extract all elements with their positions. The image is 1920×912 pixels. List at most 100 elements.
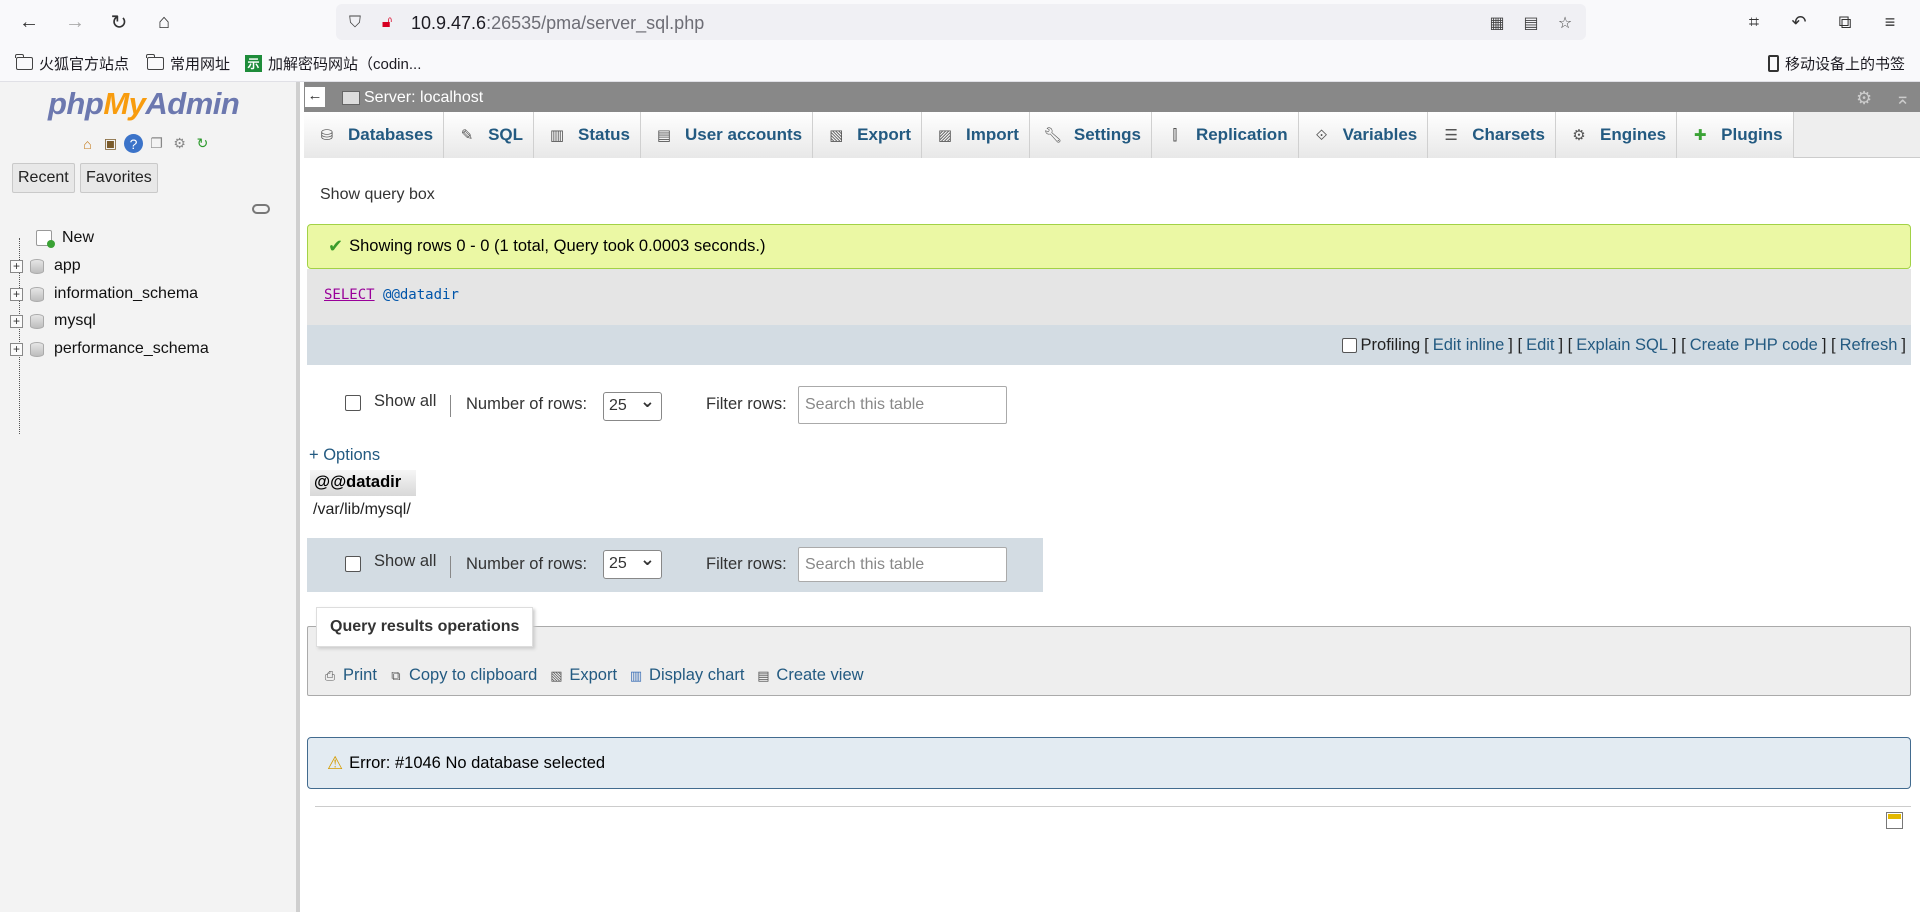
column-header-datadir[interactable]: @@datadir	[310, 470, 416, 496]
reader-view-icon[interactable]: ▤	[1520, 12, 1542, 34]
tree-item-new[interactable]: New	[10, 226, 94, 250]
export-icon: ▧	[550, 667, 563, 683]
tab-sql[interactable]: ✎ SQL	[444, 112, 535, 158]
docs-icon[interactable]: ❐	[147, 134, 166, 153]
expand-icon[interactable]: +	[10, 314, 23, 328]
bookmark-firefox-official[interactable]: 火狐官方站点	[15, 53, 129, 74]
home-icon[interactable]: ⌂	[149, 7, 179, 37]
expand-icon[interactable]: +	[10, 287, 23, 301]
bookmark-crypto-sites[interactable]: 示加解密码网站（codin...	[245, 53, 421, 74]
query-results-operations-title: Query results operations	[316, 607, 534, 647]
insecure-lock-icon[interactable]: 🔓︎	[376, 12, 398, 34]
expand-icon[interactable]: +	[10, 342, 23, 356]
create-view-link[interactable]: ▤ Create view	[754, 666, 863, 685]
database-icon	[30, 341, 44, 357]
nav-quick-icons: ⌂ ▣ ? ❐ ⚙ ↻	[78, 134, 212, 153]
page-settings-gear-icon[interactable]: ⚙	[1856, 88, 1872, 109]
recent-button[interactable]: Recent	[12, 163, 75, 193]
tab-import[interactable]: ▨ Import	[922, 112, 1030, 158]
menu-icon[interactable]: ≡	[1876, 8, 1904, 36]
filter-rows-input[interactable]: Search this table	[798, 547, 1007, 582]
server-breadcrumb[interactable]: Server: localhost	[342, 89, 483, 107]
create-php-code-link[interactable]: Create PHP code	[1690, 336, 1818, 355]
reload-icon[interactable]: ↻	[104, 7, 134, 37]
number-of-rows-label: Number of rows:	[466, 555, 588, 573]
tab-charsets[interactable]: ☰ Charsets	[1428, 112, 1557, 158]
address-bar[interactable]: ⛉ 🔓︎ 10.9.47.6:26535/pma/server_sql.php …	[336, 4, 1586, 40]
shield-icon[interactable]: ⛉	[344, 12, 366, 34]
extensions-icon[interactable]: ⧉	[1831, 8, 1859, 36]
sql-variable: @@datadir	[383, 287, 459, 303]
help-icon[interactable]: ?	[124, 134, 143, 153]
variables-icon: ⟐	[1315, 126, 1328, 144]
result-cell: /var/lib/mysql/	[313, 501, 411, 518]
show-all-checkbox[interactable]	[345, 395, 361, 411]
tree-item-app[interactable]: + app	[10, 254, 81, 278]
undo-icon[interactable]: ↶	[1785, 8, 1813, 36]
reload-nav-icon[interactable]: ↻	[193, 134, 212, 153]
rows-per-page-select[interactable]: 25	[603, 549, 662, 579]
tab-status[interactable]: ▥ Status	[534, 112, 641, 158]
bar-chart-icon: ▥	[629, 667, 643, 683]
export-icon: ▧	[829, 127, 844, 144]
database-icon	[30, 313, 44, 329]
export-link[interactable]: ▧ Export	[547, 666, 617, 685]
print-link[interactable]: ⎙ Print	[321, 666, 377, 685]
collapse-nav-button[interactable]: ←	[304, 86, 326, 108]
bookmark-mobile[interactable]: 移动设备上的书签	[1768, 53, 1905, 74]
bookmark-common-sites[interactable]: 常用网址	[146, 53, 230, 74]
print-icon: ⎙	[324, 667, 336, 683]
explain-sql-link[interactable]: Explain SQL	[1576, 336, 1668, 355]
logout-icon[interactable]: ▣	[101, 134, 120, 153]
back-icon[interactable]: ←	[14, 7, 44, 37]
display-chart-link[interactable]: ▥ Display chart	[627, 666, 745, 685]
tab-export[interactable]: ▧ Export	[813, 112, 922, 158]
tab-replication[interactable]: ⫿ Replication	[1151, 112, 1299, 158]
refresh-link[interactable]: Refresh	[1840, 336, 1898, 355]
copy-to-clipboard-link[interactable]: ⧉ Copy to clipboard	[387, 666, 537, 685]
tree-item-performance-schema[interactable]: + performance_schema	[10, 337, 209, 361]
url-text[interactable]: 10.9.47.6:26535/pma/server_sql.php	[411, 13, 704, 34]
collapse-top-icon[interactable]: ⌅	[1895, 88, 1910, 109]
options-toggle-link[interactable]: + Options	[309, 446, 380, 465]
tab-databases[interactable]: ⛁ Databases	[304, 112, 445, 158]
tab-engines[interactable]: ⚙ Engines	[1556, 112, 1678, 158]
folder-icon	[15, 54, 33, 70]
link-with-main-icon[interactable]	[252, 204, 270, 214]
tab-settings[interactable]: 🔧︎ Settings	[1029, 112, 1152, 158]
edit-link[interactable]: Edit	[1526, 336, 1554, 355]
profiling-checkbox[interactable]	[1341, 337, 1357, 353]
expand-icon[interactable]: +	[10, 259, 23, 273]
sql-keyword[interactable]: SELECT	[324, 287, 375, 303]
bookmark-star-icon[interactable]: ☆	[1554, 12, 1576, 34]
plugin-puzzle-icon: ✚	[1693, 127, 1707, 144]
console-icon[interactable]	[1886, 812, 1903, 829]
pma-navigation-panel: phpMyAdmin ⌂ ▣ ? ❐ ⚙ ↻ Recent Favorites …	[0, 82, 300, 912]
phpmyadmin-logo[interactable]: phpMyAdmin	[48, 86, 240, 122]
browser-toolbar: ← → ↻ ⌂ ⛉ 🔓︎ 10.9.47.6:26535/pma/server_…	[0, 0, 1920, 44]
show-all-checkbox[interactable]	[345, 556, 361, 572]
forward-icon[interactable]: →	[60, 7, 90, 37]
filter-rows-input[interactable]: Search this table	[798, 386, 1007, 424]
tree-item-mysql[interactable]: + mysql	[10, 309, 96, 333]
screenshot-crop-icon[interactable]: ⌗	[1740, 8, 1768, 36]
tree-item-information-schema[interactable]: + information_schema	[10, 282, 198, 306]
create-view-icon: ▤	[757, 667, 770, 683]
success-message: ✔ Showing rows 0 - 0 (1 total, Query too…	[307, 224, 1911, 269]
server-breadcrumb-bar	[304, 82, 1920, 112]
home-icon[interactable]: ⌂	[78, 134, 97, 153]
number-of-rows-label: Number of rows:	[466, 395, 588, 413]
qr-code-icon[interactable]: ▦	[1486, 12, 1508, 34]
show-query-box-link[interactable]: Show query box	[320, 186, 435, 204]
sql-icon: ✎	[460, 127, 474, 144]
charsets-icon: ☰	[1444, 127, 1458, 144]
tab-variables[interactable]: ⟐ Variables	[1298, 112, 1429, 158]
folder-icon	[146, 54, 164, 70]
favorites-button[interactable]: Favorites	[80, 163, 158, 193]
database-icon	[30, 258, 44, 274]
settings-gear-icon[interactable]: ⚙	[170, 134, 189, 153]
tab-plugins[interactable]: ✚ Plugins	[1677, 112, 1794, 158]
edit-inline-link[interactable]: Edit inline	[1433, 336, 1505, 355]
tab-user-accounts[interactable]: ▤ User accounts	[640, 112, 814, 158]
rows-per-page-select[interactable]: 25	[603, 391, 662, 421]
